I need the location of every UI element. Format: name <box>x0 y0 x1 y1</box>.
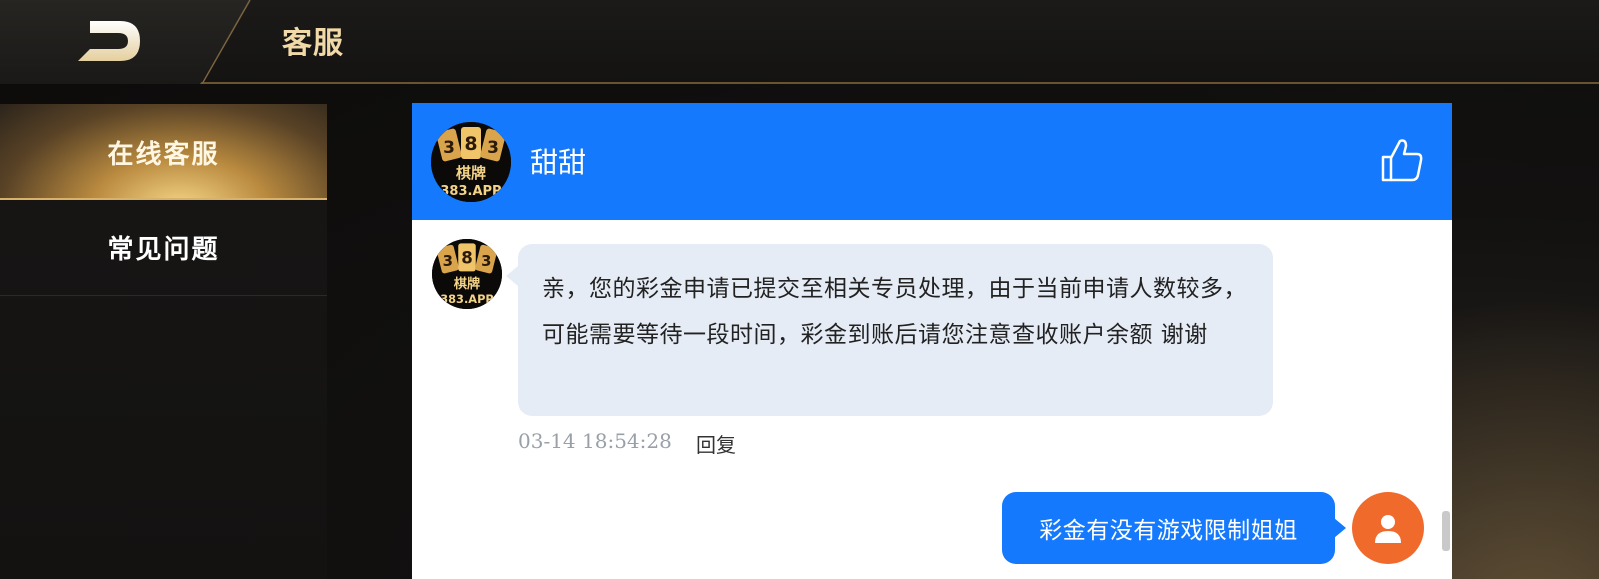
sidebar-item-online-service[interactable]: 在线客服 <box>0 104 327 200</box>
logo-image: 383 3 8 3 棋牌 383.APP <box>431 122 511 202</box>
customer-service-screen: 客服 在线客服 常见问题 383 3 8 3 棋牌 <box>0 0 1599 579</box>
sidebar-item-label: 常见问题 <box>107 235 220 265</box>
like-button[interactable] <box>1380 137 1424 187</box>
chat-scrollbar[interactable] <box>1442 511 1450 551</box>
agent-name: 甜甜 <box>530 146 587 179</box>
svg-text:8: 8 <box>461 249 473 268</box>
back-arrow-icon <box>78 21 140 61</box>
page-title: 客服 <box>282 26 344 61</box>
svg-text:3: 3 <box>487 138 499 158</box>
svg-text:棋牌: 棋牌 <box>454 275 480 292</box>
sidebar-item-label: 在线客服 <box>107 139 220 170</box>
svg-text:8: 8 <box>464 133 477 155</box>
top-bar: 客服 <box>0 0 1599 84</box>
message-avatar: 3 8 3 棋牌 383.APP <box>432 239 502 309</box>
user-icon <box>1375 515 1401 543</box>
thumbs-up-icon <box>1381 139 1423 182</box>
message-timestamp: 03-14 18:54:28 <box>518 429 672 453</box>
chat-header: 383 3 8 3 棋牌 383.APP 甜甜 <box>412 103 1452 220</box>
svg-text:3: 3 <box>443 252 453 270</box>
user-avatar <box>1352 492 1424 564</box>
sidebar: 在线客服 常见问题 <box>0 104 327 579</box>
background-decoration <box>1452 84 1599 579</box>
svg-text:3: 3 <box>481 252 491 270</box>
header-divider <box>201 0 251 84</box>
user-message-bubble: 彩金有没有游戏限制姐姐 <box>1002 492 1346 564</box>
svg-text:383.APP: 383.APP <box>440 292 493 306</box>
svg-text:棋牌: 棋牌 <box>456 164 486 182</box>
agent-message-bubble: 亲，您的彩金申请已提交至相关专员处理，由于当前申请人数较多，可能需要等待一段时间… <box>506 244 1273 416</box>
chat-window: 383 3 8 3 棋牌 383.APP 甜甜 <box>412 103 1452 579</box>
logo-image: 3 8 3 棋牌 383.APP <box>432 239 502 309</box>
sidebar-item-faq[interactable]: 常见问题 <box>0 200 327 296</box>
reply-button[interactable]: 回复 <box>696 429 736 458</box>
svg-text:3: 3 <box>443 138 455 158</box>
agent-avatar: 383 3 8 3 棋牌 383.APP <box>431 122 511 202</box>
svg-text:383.APP: 383.APP <box>440 184 501 199</box>
